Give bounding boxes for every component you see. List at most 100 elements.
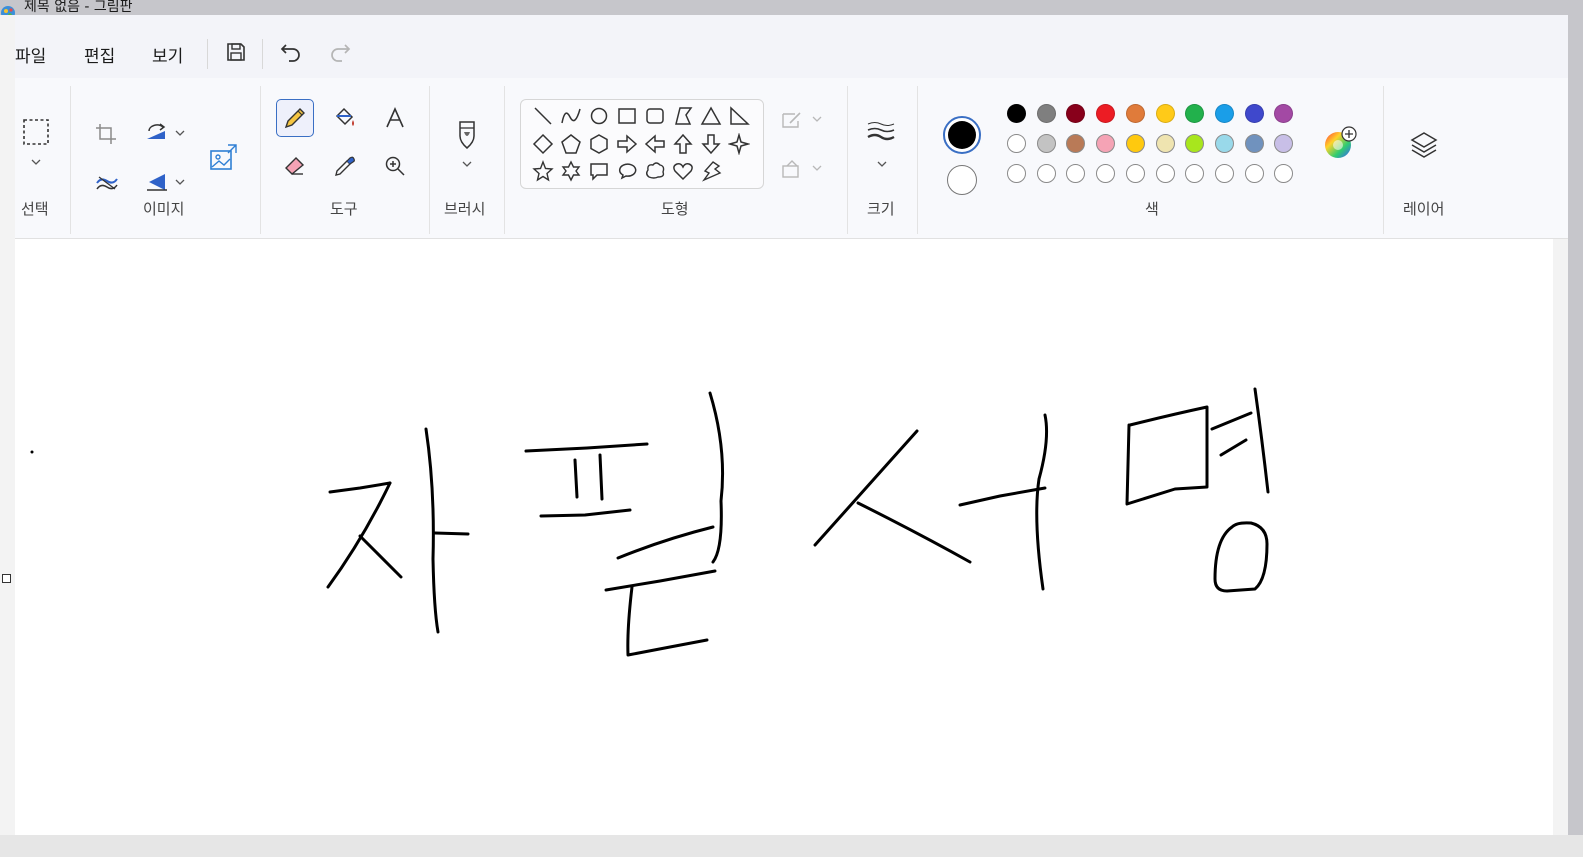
chevron-down-icon[interactable] [812,164,822,172]
palette-color-swatch[interactable] [1036,104,1056,123]
pentagon-shape-icon[interactable] [560,133,582,155]
save-icon[interactable] [225,41,247,63]
palette-color-swatch[interactable] [1096,134,1116,153]
menu-view[interactable]: 보기 [152,42,183,67]
right-triangle-shape-icon[interactable] [728,105,750,127]
rectangle-shape-icon[interactable] [616,105,638,127]
four-point-star-shape-icon[interactable] [728,133,750,155]
palette-color-swatch[interactable] [1066,164,1086,183]
chevron-down-icon[interactable] [175,129,185,137]
palette-color-swatch[interactable] [1066,134,1086,153]
five-point-star-shape-icon[interactable] [532,160,554,182]
lightning-shape-icon[interactable] [700,160,722,182]
diamond-shape-icon[interactable] [532,133,554,155]
edit-colors-icon[interactable] [1322,126,1358,162]
oval-callout-shape-icon[interactable] [616,160,638,182]
six-point-star-shape-icon[interactable] [560,160,582,182]
group-label-shapes: 도형 [661,200,689,218]
palette-color-swatch[interactable] [1036,164,1056,183]
rounded-rectangle-shape-icon[interactable] [644,105,666,127]
image-select-icon[interactable] [208,143,238,173]
crop-icon[interactable] [95,123,117,145]
secondary-color-swatch[interactable] [947,165,977,195]
group-separator [504,86,505,234]
group-separator [429,86,430,234]
eraser-icon[interactable] [283,154,307,178]
up-arrow-shape-icon[interactable] [672,133,694,155]
palette-color-swatch[interactable] [1155,164,1175,183]
brush-icon[interactable] [455,120,479,150]
pencil-icon[interactable] [283,106,307,130]
palette-color-swatch[interactable] [1185,134,1205,153]
chevron-down-icon[interactable] [812,115,822,123]
triangle-shape-icon[interactable] [700,105,722,127]
heart-shape-icon[interactable] [672,160,694,182]
text-icon[interactable] [383,106,407,130]
line-shape-icon[interactable] [532,105,554,127]
palette-color-swatch[interactable] [1155,104,1175,123]
group-label-size: 크기 [867,200,895,218]
color-picker-icon[interactable] [333,154,357,178]
undo-icon[interactable] [280,41,302,63]
group-label-brush: 브러시 [444,200,486,218]
palette-color-swatch[interactable] [1274,104,1294,123]
fill-bucket-icon[interactable] [333,106,357,130]
menu-edit[interactable]: 편집 [84,42,115,67]
group-label-select: 선택 [21,200,49,218]
polygon-shape-icon[interactable] [672,105,694,127]
palette-color-swatch[interactable] [1096,164,1116,183]
rect-callout-shape-icon[interactable] [588,160,610,182]
palette-color-swatch[interactable] [1244,164,1264,183]
right-arrow-shape-icon[interactable] [616,133,638,155]
group-separator [917,86,918,234]
menu-bar: 파일 편집 보기 [15,15,1568,78]
oval-shape-icon[interactable] [588,105,610,127]
palette-color-swatch[interactable] [1185,104,1205,123]
palette-color-swatch[interactable] [1125,104,1145,123]
palette-color-swatch[interactable] [1007,104,1026,123]
menu-file[interactable]: 파일 [15,42,46,67]
group-label-image: 이미지 [143,200,185,218]
outline-icon[interactable] [780,109,804,131]
palette-color-swatch[interactable] [1125,134,1145,153]
palette-color-swatch[interactable] [1007,134,1026,153]
palette-color-swatch[interactable] [1125,164,1145,183]
palette-color-swatch[interactable] [1214,134,1234,153]
palette-color-swatch[interactable] [1007,164,1026,183]
stroke-size-icon[interactable] [866,120,896,144]
palette-color-swatch[interactable] [1036,134,1056,153]
primary-color-swatch [948,121,976,149]
curve-shape-icon[interactable] [560,105,582,127]
palette-color-swatch[interactable] [1155,134,1175,153]
rectangle-select-icon[interactable] [22,118,50,146]
rotate-icon[interactable] [145,123,169,145]
palette-color-swatch[interactable] [1244,104,1264,123]
down-arrow-shape-icon[interactable] [700,133,722,155]
magnifier-icon[interactable] [383,154,407,178]
palette-color-swatch[interactable] [1214,104,1234,123]
palette-color-swatch[interactable] [1214,164,1234,183]
palette-color-swatch[interactable] [1274,164,1294,183]
chevron-down-icon[interactable] [877,160,887,168]
layers-icon[interactable] [1409,130,1439,160]
primary-color-ring[interactable] [943,116,981,154]
fill-icon[interactable] [780,158,804,180]
group-separator [847,86,848,234]
palette-color-swatch[interactable] [1274,134,1294,153]
palette-color-swatch[interactable] [1066,104,1086,123]
drawing-canvas[interactable] [15,239,1553,835]
palette-color-swatch[interactable] [1185,164,1205,183]
cloud-callout-shape-icon[interactable] [644,160,666,182]
canvas-resize-handle[interactable] [2,574,11,583]
palette-color-swatch[interactable] [1096,104,1116,123]
chevron-down-icon[interactable] [31,158,41,166]
handwritten-signature-drawing [30,387,1270,657]
chevron-down-icon[interactable] [175,178,185,186]
flip-icon[interactable] [145,171,169,193]
chevron-down-icon[interactable] [462,160,472,168]
left-arrow-shape-icon[interactable] [644,133,666,155]
resize-icon[interactable] [95,171,119,193]
redo-icon[interactable] [329,41,351,63]
palette-color-swatch[interactable] [1244,134,1264,153]
hexagon-shape-icon[interactable] [588,133,610,155]
